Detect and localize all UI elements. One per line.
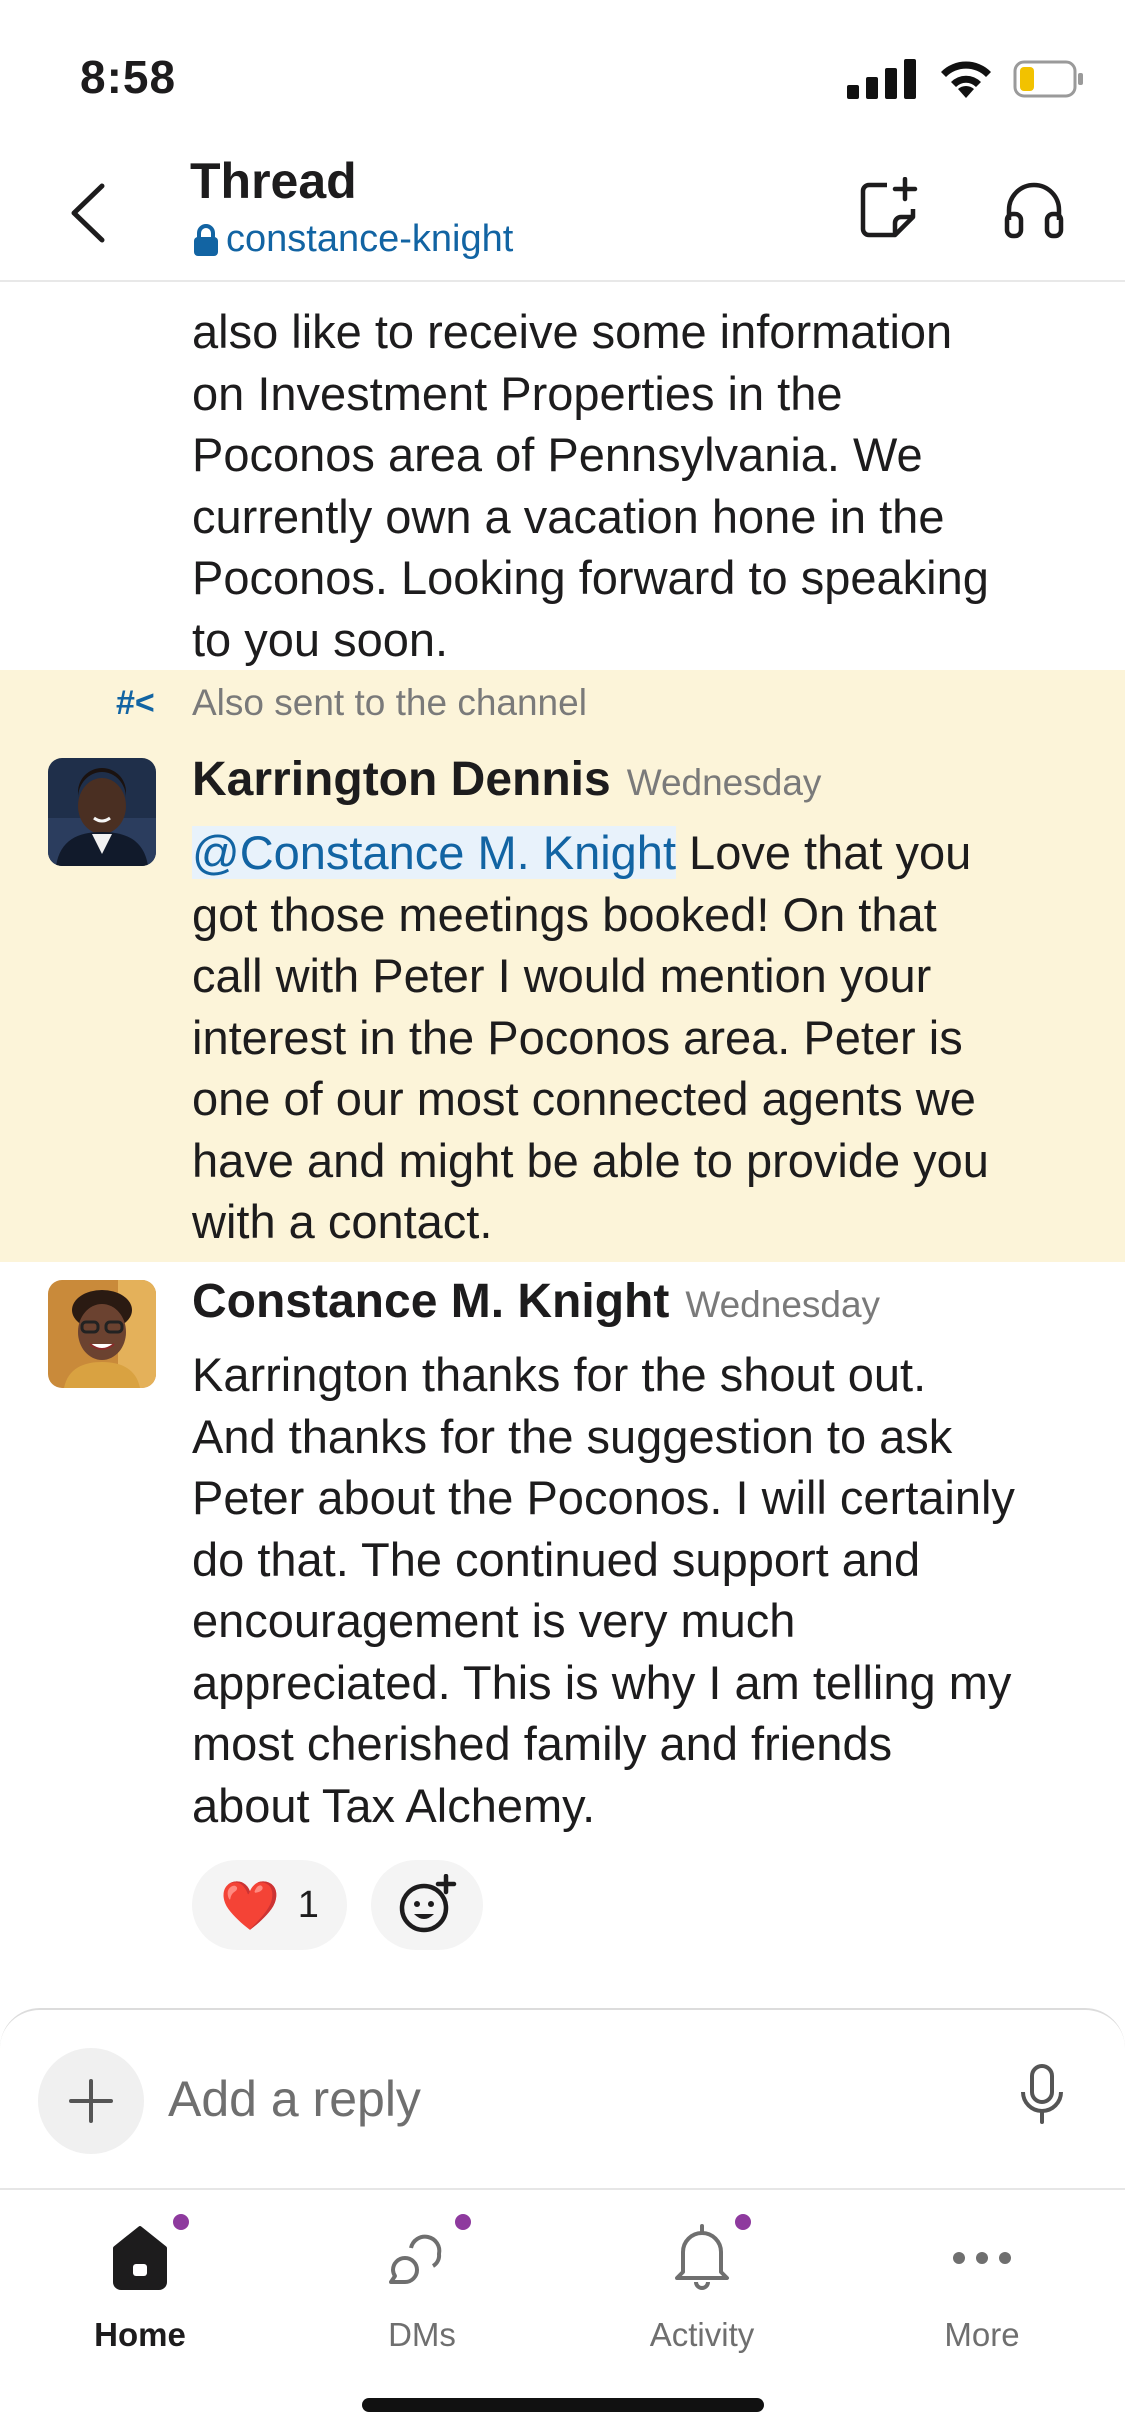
avatar[interactable] bbox=[48, 1280, 156, 1388]
add-reaction-button[interactable] bbox=[370, 1860, 483, 1950]
microphone-icon bbox=[1021, 2064, 1063, 2124]
status-time: 8:58 bbox=[80, 51, 177, 103]
message-line: on Investment Properties in the bbox=[192, 366, 843, 420]
avatar-karrington-image bbox=[48, 758, 156, 866]
also-sent-label: Also sent to the channel bbox=[192, 682, 587, 723]
voice-record-button[interactable] bbox=[1019, 2064, 1065, 2131]
headphones-icon bbox=[1004, 182, 1064, 239]
message-line: got those meetings booked! On that bbox=[192, 887, 937, 941]
wifi-icon bbox=[941, 61, 991, 98]
tab-more[interactable]: More bbox=[882, 2210, 1082, 2354]
canvas-add-icon bbox=[860, 177, 918, 238]
tab-activity[interactable]: Activity bbox=[602, 2210, 802, 2354]
message-line: interest in the Poconos area. Peter is bbox=[192, 1010, 963, 1064]
avatar-constance-image bbox=[48, 1280, 156, 1388]
message-line: also like to receive some information bbox=[192, 305, 953, 358]
message-line: Poconos. Looking forward to speaking bbox=[192, 551, 989, 604]
message-line: And thanks for the suggestion to ask bbox=[192, 1409, 953, 1463]
author-name[interactable]: Constance M. Knight bbox=[192, 1274, 669, 1329]
status-bar: 8:58 bbox=[0, 0, 1125, 150]
message-line: currently own a vacation hone in the bbox=[192, 489, 945, 543]
message-line: most cherished family and friends bbox=[192, 1717, 893, 1770]
message-header: Constance M. Knight Wednesday bbox=[192, 1274, 880, 1329]
message-line: with a contact. bbox=[192, 1195, 493, 1248]
tab-label: Home bbox=[94, 2316, 186, 2353]
author-name[interactable]: Karrington Dennis bbox=[192, 752, 611, 807]
avatar[interactable] bbox=[48, 758, 156, 866]
unread-badge bbox=[453, 2212, 473, 2232]
message-body: Karrington thanks for the shout out. And… bbox=[192, 1344, 1092, 1836]
tab-label: DMs bbox=[388, 2316, 456, 2353]
message-line-text: Love that you bbox=[676, 826, 972, 879]
message-line: Peter about the Poconos. I will certainl… bbox=[192, 1471, 1015, 1524]
message-line: call with Peter I would mention your bbox=[192, 949, 932, 1002]
unread-badge bbox=[733, 2212, 753, 2232]
heart-icon: ❤️ bbox=[220, 1879, 280, 1933]
previous-message-text: also like to receive some information on… bbox=[192, 282, 1092, 670]
channel-link[interactable]: constance-knight bbox=[192, 218, 513, 261]
reaction-heart[interactable]: ❤️ 1 bbox=[192, 1860, 347, 1950]
message-line: about Tax Alchemy. bbox=[192, 1778, 596, 1832]
message-line: appreciated. This is why I am telling my bbox=[192, 1655, 1012, 1709]
huddle-button[interactable] bbox=[994, 170, 1074, 250]
tab-label: Activity bbox=[649, 2316, 755, 2353]
more-icon bbox=[953, 2252, 1011, 2264]
plus-icon bbox=[69, 2079, 113, 2123]
status-icons bbox=[847, 58, 1085, 100]
message-line: to you soon. bbox=[192, 612, 449, 666]
home-indicator[interactable] bbox=[362, 2398, 764, 2412]
message-line: do that. The continued support and bbox=[192, 1532, 921, 1586]
lock-icon bbox=[194, 223, 218, 256]
channel-share-icon: #< bbox=[116, 683, 155, 722]
message-header: Karrington Dennis Wednesday bbox=[192, 752, 821, 807]
user-mention[interactable]: @Constance M. Knight bbox=[192, 826, 676, 879]
tab-home[interactable]: Home bbox=[40, 2210, 240, 2354]
message-body: @Constance M. Knight Love that you got t… bbox=[192, 822, 1092, 1253]
also-sent-indicator: #< Also sent to the channel bbox=[116, 682, 587, 724]
message-line: Poconos area of Pennsylvania. We bbox=[192, 428, 923, 481]
reaction-count: 1 bbox=[297, 1883, 319, 1926]
message-line: have and might be able to provide you bbox=[192, 1133, 989, 1187]
reactions: ❤️ 1 bbox=[192, 1860, 483, 1950]
reply-composer: Add a reply bbox=[0, 2008, 1125, 2188]
attach-button[interactable] bbox=[38, 2048, 144, 2154]
reply-input[interactable]: Add a reply bbox=[168, 2070, 421, 2128]
tab-label: More bbox=[944, 2316, 1020, 2353]
add-emoji-icon bbox=[399, 1874, 457, 1933]
channel-name: constance-knight bbox=[226, 218, 514, 260]
message-time: Wednesday bbox=[626, 762, 822, 803]
canvas-button[interactable] bbox=[848, 170, 928, 250]
message-line: one of our most connected agents we bbox=[192, 1072, 976, 1125]
battery-icon bbox=[1013, 60, 1083, 98]
back-button[interactable] bbox=[60, 178, 120, 248]
unread-badge bbox=[171, 2212, 191, 2232]
message-line: @Constance M. Knight Love that you bbox=[192, 822, 1092, 884]
chevron-left-icon bbox=[71, 183, 105, 243]
page-title: Thread bbox=[190, 153, 357, 209]
tab-dms[interactable]: DMs bbox=[322, 2210, 522, 2354]
thread-header: Thread constance-knight bbox=[0, 140, 1125, 282]
message-line: Karrington thanks for the shout out. bbox=[192, 1348, 927, 1401]
message-line: encouragement is very much bbox=[192, 1594, 796, 1647]
message-time: Wednesday bbox=[685, 1284, 881, 1325]
cellular-signal-icon bbox=[847, 59, 916, 99]
